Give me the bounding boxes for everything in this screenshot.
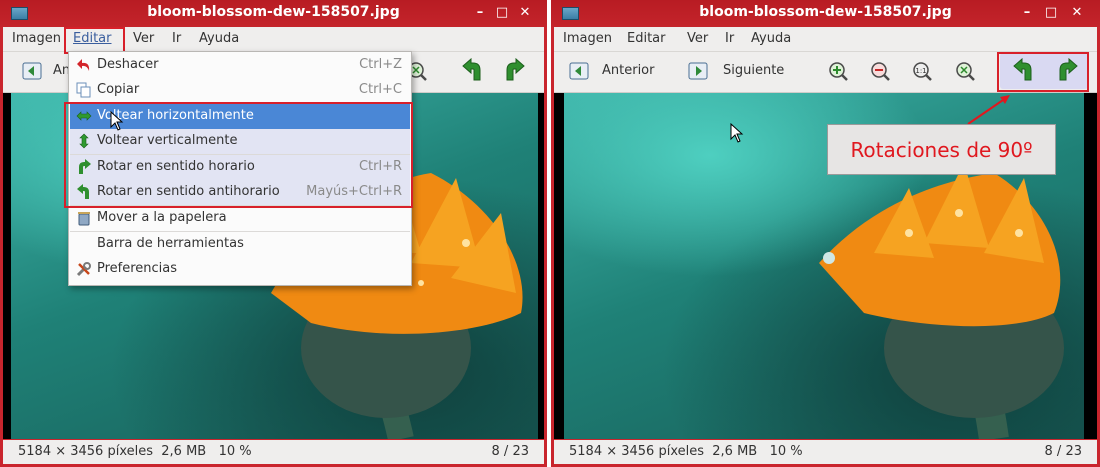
previous-icon: [569, 62, 589, 80]
menu-item-label: Mover a la papelera: [97, 210, 227, 225]
menu-ver[interactable]: Ver: [130, 30, 157, 48]
menu-imagen[interactable]: Imagen: [9, 30, 64, 48]
copy-icon: [76, 82, 91, 98]
previous-label: Anterior: [602, 63, 655, 78]
zoom-in-icon[interactable]: [827, 60, 849, 82]
menu-bar: Imagen Editar Ver Ir Ayuda: [554, 27, 1097, 52]
page-counter: 8 / 23: [491, 444, 529, 459]
next-button[interactable]: Siguiente: [687, 58, 797, 86]
mouse-cursor-icon: [110, 111, 124, 131]
image-info: 5184 × 3456 píxeles 2,6 MB 10 %: [18, 444, 252, 459]
maximize-icon[interactable]: □: [493, 4, 511, 22]
menu-item-shortcut: Ctrl+Z: [359, 57, 402, 72]
page-counter: 8 / 23: [1044, 444, 1082, 459]
undo-icon: [77, 59, 90, 71]
title-bar: bloom-blossom-dew-158507.jpg – □ ✕: [551, 0, 1100, 27]
close-icon[interactable]: ✕: [1068, 4, 1086, 22]
title-bar: bloom-blossom-dew-158507.jpg – □ ✕: [0, 0, 547, 27]
zoom-out-icon[interactable]: [869, 60, 891, 82]
menu-item-trash[interactable]: Mover a la papelera: [70, 206, 410, 231]
minimize-icon[interactable]: –: [471, 4, 489, 22]
annotation-arrow-icon: [967, 95, 1010, 125]
rotate-buttons-highlight-box: [997, 52, 1089, 92]
annotation-callout: Rotaciones de 90º: [827, 124, 1056, 175]
zoom-original-icon[interactable]: 1:1: [911, 60, 933, 82]
image-info: 5184 × 3456 píxeles 2,6 MB 10 %: [569, 444, 803, 459]
menu-ver[interactable]: Ver: [684, 30, 711, 48]
menu-ayuda[interactable]: Ayuda: [748, 30, 794, 48]
menu-ir[interactable]: Ir: [169, 30, 184, 48]
preferences-icon: [76, 262, 91, 277]
zoom-fit-icon[interactable]: [954, 60, 976, 82]
menu-item-shortcut: Ctrl+C: [358, 82, 402, 97]
trash-icon: [78, 212, 90, 226]
minimize-icon[interactable]: –: [1018, 4, 1036, 22]
menu-item-preferences[interactable]: Preferencias: [70, 257, 410, 282]
maximize-icon[interactable]: □: [1042, 4, 1060, 22]
menu-imagen[interactable]: Imagen: [560, 30, 615, 48]
menu-item-copy[interactable]: Copiar Ctrl+C: [70, 78, 410, 103]
menu-item-label: Preferencias: [97, 261, 178, 276]
menu-item-label: Copiar: [97, 82, 140, 97]
window-title: bloom-blossom-dew-158507.jpg: [147, 4, 400, 20]
menu-item-label: Deshacer: [97, 57, 159, 72]
status-bar: 5184 × 3456 píxeles 2,6 MB 10 % 8 / 23: [554, 440, 1097, 464]
menu-editar[interactable]: Editar: [624, 30, 669, 48]
close-icon[interactable]: ✕: [516, 4, 534, 22]
editar-highlight-box: [64, 27, 125, 54]
previous-button[interactable]: Anterior: [568, 58, 668, 86]
next-label: Siguiente: [723, 63, 785, 78]
previous-icon: [22, 62, 42, 80]
status-bar: 5184 × 3456 píxeles 2,6 MB 10 % 8 / 23: [3, 440, 544, 464]
rotate-counterclockwise-icon[interactable]: [460, 58, 486, 84]
svg-text:1:1: 1:1: [915, 67, 926, 75]
mouse-cursor-icon: [730, 123, 744, 143]
rotate-clockwise-icon[interactable]: [501, 58, 527, 84]
callout-text: Rotaciones de 90º: [850, 138, 1033, 162]
menu-ayuda[interactable]: Ayuda: [196, 30, 242, 48]
menu-ir[interactable]: Ir: [722, 30, 737, 48]
next-icon: [688, 62, 708, 80]
menu-item-label: Barra de herramientas: [97, 236, 244, 251]
menu-item-undo[interactable]: Deshacer Ctrl+Z: [70, 53, 410, 78]
menu-item-toolbar[interactable]: Barra de herramientas: [70, 232, 410, 257]
